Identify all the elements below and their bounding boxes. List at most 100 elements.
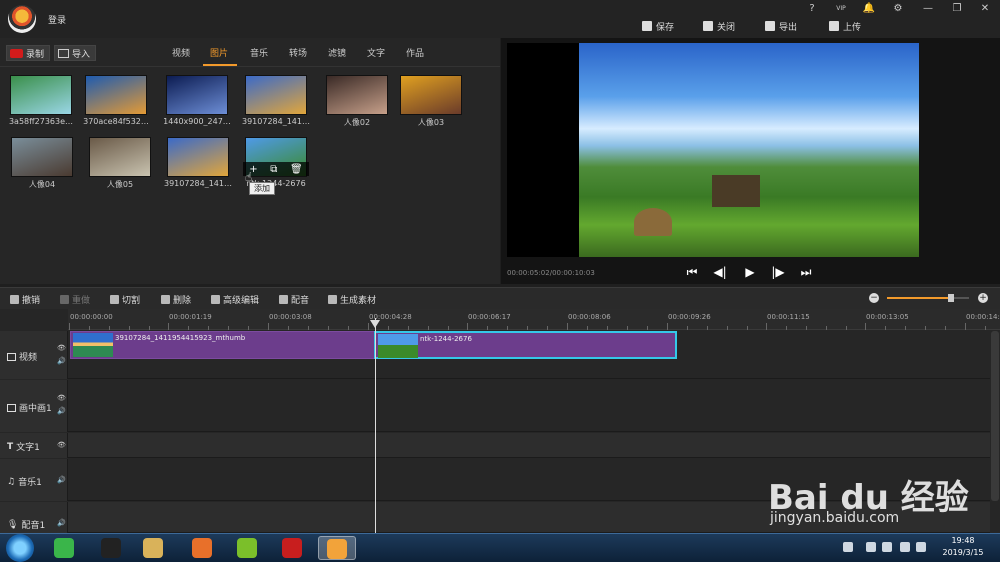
start-button[interactable] (6, 534, 34, 562)
microphone-icon: 🎙 (7, 519, 19, 530)
zoom-out-icon[interactable]: − (869, 293, 879, 303)
taskbar-app[interactable] (273, 536, 311, 560)
generate-asset-button[interactable]: 生成素材 (328, 293, 376, 306)
eye-icon[interactable]: 👁 (57, 344, 66, 352)
eye-icon[interactable]: 👁 (57, 441, 66, 449)
ruler-tick (687, 326, 688, 330)
speaker-icon[interactable]: 🔊 (57, 357, 66, 365)
tab-works[interactable]: 作品 (406, 46, 424, 60)
music-note-icon: ♫ (7, 476, 16, 487)
keyboard-icon[interactable] (843, 542, 853, 552)
record-button[interactable]: 录制 (6, 45, 50, 61)
system-clock[interactable]: 19:48 2019/3/15 (930, 535, 996, 559)
vip-icon[interactable]: VIP (832, 2, 850, 16)
export-button[interactable]: 导出 (765, 18, 797, 34)
media-thumbnail[interactable] (85, 75, 147, 115)
taskbar-app[interactable] (318, 536, 356, 560)
tab-music[interactable]: 音乐 (250, 46, 268, 60)
media-thumbnail[interactable] (10, 75, 72, 115)
media-thumbnail[interactable] (166, 75, 228, 115)
app-icon (54, 538, 74, 558)
import-button[interactable]: 导入 (54, 45, 96, 61)
media-thumbnail[interactable] (167, 137, 229, 177)
taskbar-app[interactable] (183, 536, 221, 560)
media-thumbnail[interactable] (245, 75, 307, 115)
volume-icon[interactable] (900, 542, 910, 552)
tab-filter[interactable]: 滤镜 (328, 46, 346, 60)
ruler-tick (587, 326, 588, 330)
ruler-tick (627, 326, 628, 330)
speaker-icon[interactable]: 🔊 (57, 476, 66, 484)
tab-text[interactable]: 文字 (367, 46, 385, 60)
media-thumbnail[interactable] (89, 137, 151, 177)
login-link[interactable]: 登录 (48, 13, 66, 26)
delete-button[interactable]: 删除 (161, 293, 191, 306)
ruler-tick (747, 326, 748, 330)
media-caption: 人像03 (417, 118, 445, 127)
text-track-icon: T (7, 441, 14, 452)
track-pip[interactable] (0, 380, 990, 432)
tab-transition[interactable]: 转场 (289, 46, 307, 60)
voiceover-button[interactable]: 配音 (279, 293, 309, 306)
undo-button[interactable]: 撤销 (10, 293, 40, 306)
ruler-label: 00:00:09:26 (668, 313, 711, 321)
ruler-tick (467, 323, 468, 330)
tab-video[interactable]: 视频 (172, 46, 190, 60)
ruler-tick (149, 326, 150, 330)
ruler-tick (965, 323, 966, 330)
trash-icon[interactable]: 🗑 (290, 164, 303, 175)
skip-end-icon[interactable]: ⏭ (798, 264, 814, 280)
bell-icon[interactable]: 🔔 (860, 2, 878, 16)
play-icon[interactable]: ▶ (742, 264, 758, 280)
step-back-icon[interactable]: ◀| (712, 264, 728, 280)
taskbar-app[interactable] (92, 536, 130, 560)
track-label-voiceover: 🎙 配音1 (7, 519, 46, 532)
zoom-in-icon[interactable]: + (978, 293, 988, 303)
track-label-music: ♫ 音乐1 (7, 476, 42, 489)
redo-button[interactable]: 重做 (60, 293, 90, 306)
skip-start-icon[interactable]: ⏮ (684, 264, 700, 280)
tab-images[interactable]: 图片 (210, 46, 228, 60)
upload-button[interactable]: 上传 (829, 18, 861, 34)
media-thumbnail[interactable] (326, 75, 388, 115)
track-text[interactable] (0, 433, 990, 458)
gear-icon[interactable]: ⚙ (889, 2, 907, 16)
network-icon[interactable] (882, 542, 892, 552)
eye-icon[interactable]: 👁 (57, 394, 66, 402)
close-window-icon[interactable]: ✕ (976, 2, 994, 16)
playhead[interactable] (375, 318, 376, 533)
clip-thumbnail (378, 334, 418, 358)
save-button[interactable]: 保存 (642, 18, 674, 34)
speaker-icon[interactable]: 🔊 (57, 519, 66, 527)
tab-divider (0, 66, 500, 67)
maximize-icon[interactable]: ❐ (948, 2, 966, 16)
ruler-label: 00:00:06:17 (468, 313, 511, 321)
ruler-tick (288, 326, 289, 330)
language-icon[interactable] (916, 542, 926, 552)
track-label-video: 视频 (7, 350, 37, 363)
taskbar-app[interactable] (45, 536, 83, 560)
tray-arrow-icon[interactable] (866, 542, 876, 552)
step-forward-icon[interactable]: |▶ (770, 264, 786, 280)
zoom-slider-handle[interactable] (948, 294, 954, 302)
media-caption: 1440x900_247… (163, 117, 231, 126)
close-project-icon (703, 21, 713, 31)
picture-in-picture-icon[interactable]: ⧉ (270, 164, 277, 175)
taskbar-app[interactable] (228, 536, 266, 560)
minimize-icon[interactable]: — (919, 2, 937, 16)
timeline-scrollbar[interactable] (991, 331, 999, 501)
taskbar-app[interactable] (134, 536, 172, 560)
ruler-tick (985, 326, 986, 330)
close-project-button[interactable]: 关闭 (703, 18, 735, 34)
advanced-edit-button[interactable]: 高级编辑 (211, 293, 259, 306)
ruler-tick (228, 326, 229, 330)
media-thumbnail[interactable] (400, 75, 462, 115)
media-thumbnail[interactable] (11, 137, 73, 177)
timeline-clip-selected[interactable]: ntk-1244-2676 (374, 331, 677, 359)
cut-button[interactable]: 切割 (110, 293, 140, 306)
speaker-icon[interactable]: 🔊 (57, 407, 66, 415)
ruler-label: 00:00:14: (966, 313, 1000, 321)
ruler-tick (69, 323, 70, 330)
help-icon[interactable]: ? (803, 2, 821, 16)
timeline-clip[interactable]: 39107284_1411954415923_mthumb (70, 331, 375, 359)
